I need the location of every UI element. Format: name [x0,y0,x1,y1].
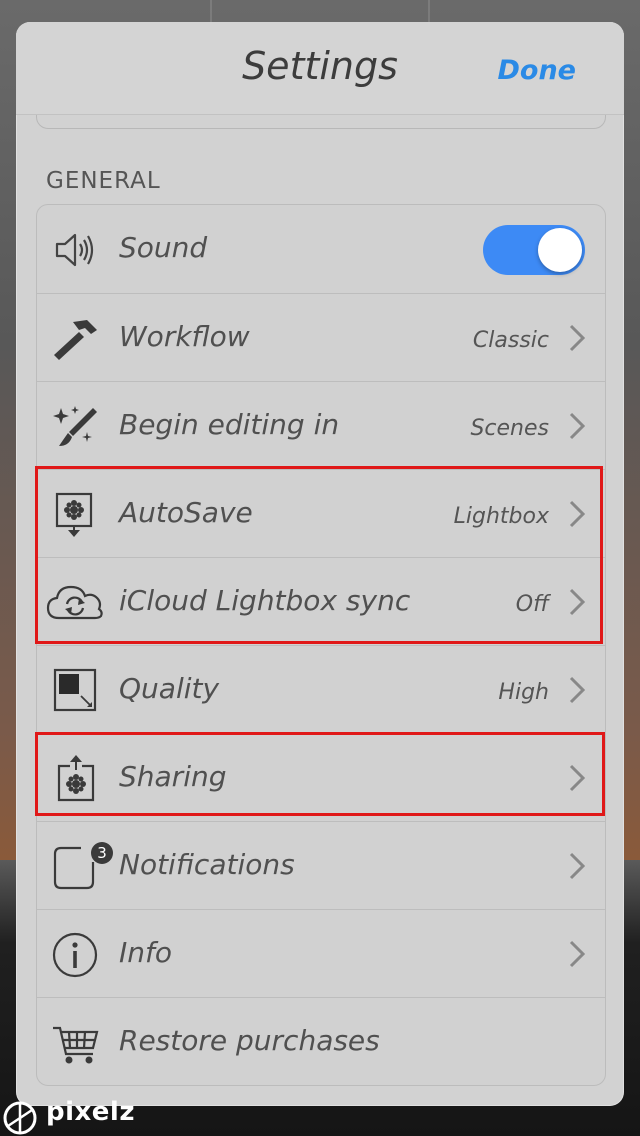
sound-toggle[interactable] [483,225,585,275]
bg-grid-line [210,0,212,22]
chevron-right-icon [569,852,586,880]
row-label: Info [119,936,172,969]
chevron-right-icon [569,676,586,704]
highlight-box [35,732,605,816]
toggle-knob [538,228,582,272]
nav-bar: Settings Done [16,22,624,115]
notification-badge: 3 [91,842,113,864]
row-value: Classic [472,328,549,353]
chevron-right-icon [569,940,586,968]
chevron-right-icon [569,324,586,352]
row-begin-editing[interactable]: Begin editing in Scenes [37,381,605,470]
quality-icon [51,666,101,716]
general-settings-group: Sound Workflow Classic Begin editing in … [36,204,606,1086]
watermark-text: pixelz [46,1097,135,1127]
row-workflow[interactable]: Workflow Classic [37,293,605,382]
row-value: Scenes [470,416,549,441]
cart-icon [51,1018,101,1068]
row-quality[interactable]: Quality High [37,645,605,734]
row-label: Quality [119,672,220,705]
watermark-logo-icon [3,1101,37,1135]
bg-grid-line [428,0,430,22]
row-label: Sound [119,231,208,264]
row-notifications[interactable]: 3 Notifications [37,821,605,910]
done-button[interactable]: Done [498,55,577,86]
row-value: High [498,680,549,705]
section-header-general: GENERAL [46,168,161,194]
highlight-box [35,466,603,644]
row-sound[interactable]: Sound [37,205,605,293]
chevron-right-icon [569,412,586,440]
speaker-icon [51,225,101,275]
row-restore-purchases[interactable]: Restore purchases [37,997,605,1086]
row-label: Restore purchases [119,1024,380,1057]
row-info[interactable]: Info [37,909,605,998]
row-label: Workflow [119,320,250,353]
info-icon [51,930,101,980]
hammer-icon [51,314,101,364]
magic-brush-icon [51,402,101,452]
row-label: Notifications [119,848,295,881]
notification-icon: 3 [51,842,113,892]
row-label: Begin editing in [119,408,340,441]
